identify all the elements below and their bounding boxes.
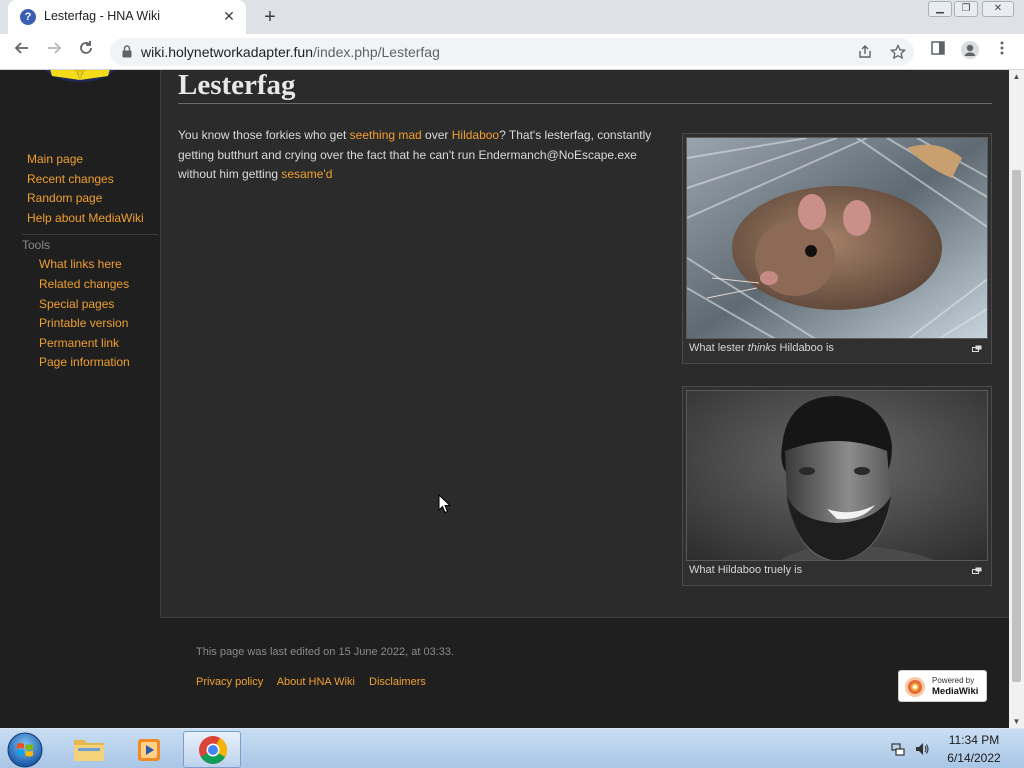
sidebar-item-recent-changes[interactable]: Recent changes <box>0 170 160 190</box>
mouse-cursor-icon <box>438 494 452 514</box>
volume-icon[interactable] <box>914 741 930 757</box>
sidebar-tools: What links here Related changes Special … <box>0 255 160 373</box>
browser-tab[interactable]: ? Lesterfag - HNA Wiki ✕ <box>8 0 246 34</box>
minimize-button[interactable]: ▁ <box>928 1 952 17</box>
footer-link-privacy[interactable]: Privacy policy <box>196 676 263 688</box>
footer-links: Privacy policy About HNA Wiki Disclaimer… <box>196 676 437 688</box>
url-path: /index.php/Lesterfag <box>313 44 440 60</box>
sidebar-item-special-pages[interactable]: Special pages <box>0 295 160 315</box>
back-button[interactable] <box>10 40 34 64</box>
content-area: Lesterfag You know those forkies who get… <box>160 70 1009 618</box>
link-hildaboo[interactable]: Hildaboo <box>452 128 499 142</box>
powered-by-label: Powered by <box>932 676 975 685</box>
wiki-logo[interactable] <box>30 70 130 100</box>
close-window-button[interactable]: ✕ <box>982 1 1014 17</box>
footer-link-disclaimers[interactable]: Disclaimers <box>369 676 426 688</box>
taskbar: 11:34 PM 6/14/2022 <box>0 728 1024 768</box>
lock-icon[interactable] <box>122 45 132 58</box>
start-button[interactable] <box>6 731 44 768</box>
sidebar-item-permanent-link[interactable]: Permanent link <box>0 334 160 354</box>
sidebar-item-help[interactable]: Help about MediaWiki <box>0 209 160 229</box>
reload-button[interactable] <box>74 40 98 64</box>
sidebar-item-main-page[interactable]: Main page <box>0 150 160 170</box>
bookmark-star-icon[interactable] <box>889 43 907 62</box>
link-sesamed[interactable]: sesame'd <box>281 167 332 181</box>
close-tab-icon[interactable]: ✕ <box>220 7 238 25</box>
forward-button[interactable] <box>42 40 66 64</box>
page-title: Lesterfag <box>178 70 992 104</box>
scrollbar-thumb[interactable] <box>1012 170 1021 682</box>
sidebar-item-printable-version[interactable]: Printable version <box>0 314 160 334</box>
sidebar-item-what-links-here[interactable]: What links here <box>0 255 160 275</box>
sidebar-tools-heading: Tools <box>22 238 51 253</box>
sidebar-divider <box>22 234 158 236</box>
media-player-icon <box>138 739 160 761</box>
page-scrollbar[interactable]: ▲ ▼ <box>1009 70 1024 728</box>
maximize-button[interactable]: ❐ <box>954 1 978 17</box>
taskbar-media-player[interactable] <box>122 731 180 768</box>
rat-image[interactable] <box>686 137 988 339</box>
man-image[interactable] <box>686 390 988 561</box>
last-edited-info: This page was last edited on 15 June 202… <box>196 646 455 658</box>
man-caption: What Hildaboo truely is <box>689 564 803 576</box>
taskbar-chrome[interactable] <box>183 731 241 768</box>
folder-icon <box>74 740 104 761</box>
rat-caption: What lester thinks Hildaboo is <box>689 342 834 354</box>
network-icon[interactable] <box>890 741 906 757</box>
page-viewport: Main page Recent changes Random page Hel… <box>0 70 1009 728</box>
article-paragraph: You know those forkies who get seething … <box>178 128 652 182</box>
mediawiki-label: MediaWiki <box>932 686 979 697</box>
sidebar-item-related-changes[interactable]: Related changes <box>0 275 160 295</box>
scroll-up-icon[interactable]: ▲ <box>1009 72 1024 81</box>
new-tab-button[interactable]: + <box>258 5 282 29</box>
clock-time[interactable]: 11:34 PM <box>944 733 1004 747</box>
powered-by-mediawiki-badge[interactable]: Powered by MediaWiki <box>898 670 987 702</box>
footer-link-about[interactable]: About HNA Wiki <box>277 676 355 688</box>
sidebar-navigation: Main page Recent changes Random page Hel… <box>0 150 160 228</box>
scroll-down-icon[interactable]: ▼ <box>1009 717 1024 726</box>
thumbnail-man: What Hildaboo truely is <box>682 386 992 586</box>
share-icon[interactable] <box>856 44 874 62</box>
chrome-icon <box>199 736 227 764</box>
thumbnail-rat: What lester thinks Hildaboo is <box>682 133 992 364</box>
clock-date[interactable]: 6/14/2022 <box>944 751 1004 765</box>
taskbar-file-explorer[interactable] <box>60 731 118 768</box>
mediawiki-flower-icon <box>905 677 925 697</box>
side-panel-icon[interactable] <box>926 40 950 64</box>
wiki-favicon-icon: ? <box>20 9 36 25</box>
url-text: wiki.holynetworkadapter.fun/index.php/Le… <box>141 44 440 60</box>
enlarge-icon[interactable] <box>972 345 982 352</box>
link-seething-mad[interactable]: seething mad <box>350 128 422 142</box>
sidebar: Main page Recent changes Random page Hel… <box>0 150 160 373</box>
enlarge-icon[interactable] <box>972 567 982 574</box>
tab-strip: ? Lesterfag - HNA Wiki ✕ + ▁ ❐ ✕ <box>0 0 1024 34</box>
sidebar-item-page-information[interactable]: Page information <box>0 353 160 373</box>
menu-kebab-icon[interactable] <box>990 40 1014 64</box>
profile-avatar-icon[interactable] <box>958 40 982 64</box>
address-bar[interactable]: wiki.holynetworkadapter.fun/index.php/Le… <box>110 38 914 66</box>
url-host: wiki.holynetworkadapter.fun <box>141 44 313 60</box>
browser-toolbar: wiki.holynetworkadapter.fun/index.php/Le… <box>0 34 1024 70</box>
tab-title: Lesterfag - HNA Wiki <box>44 9 161 23</box>
sidebar-item-random-page[interactable]: Random page <box>0 189 160 209</box>
